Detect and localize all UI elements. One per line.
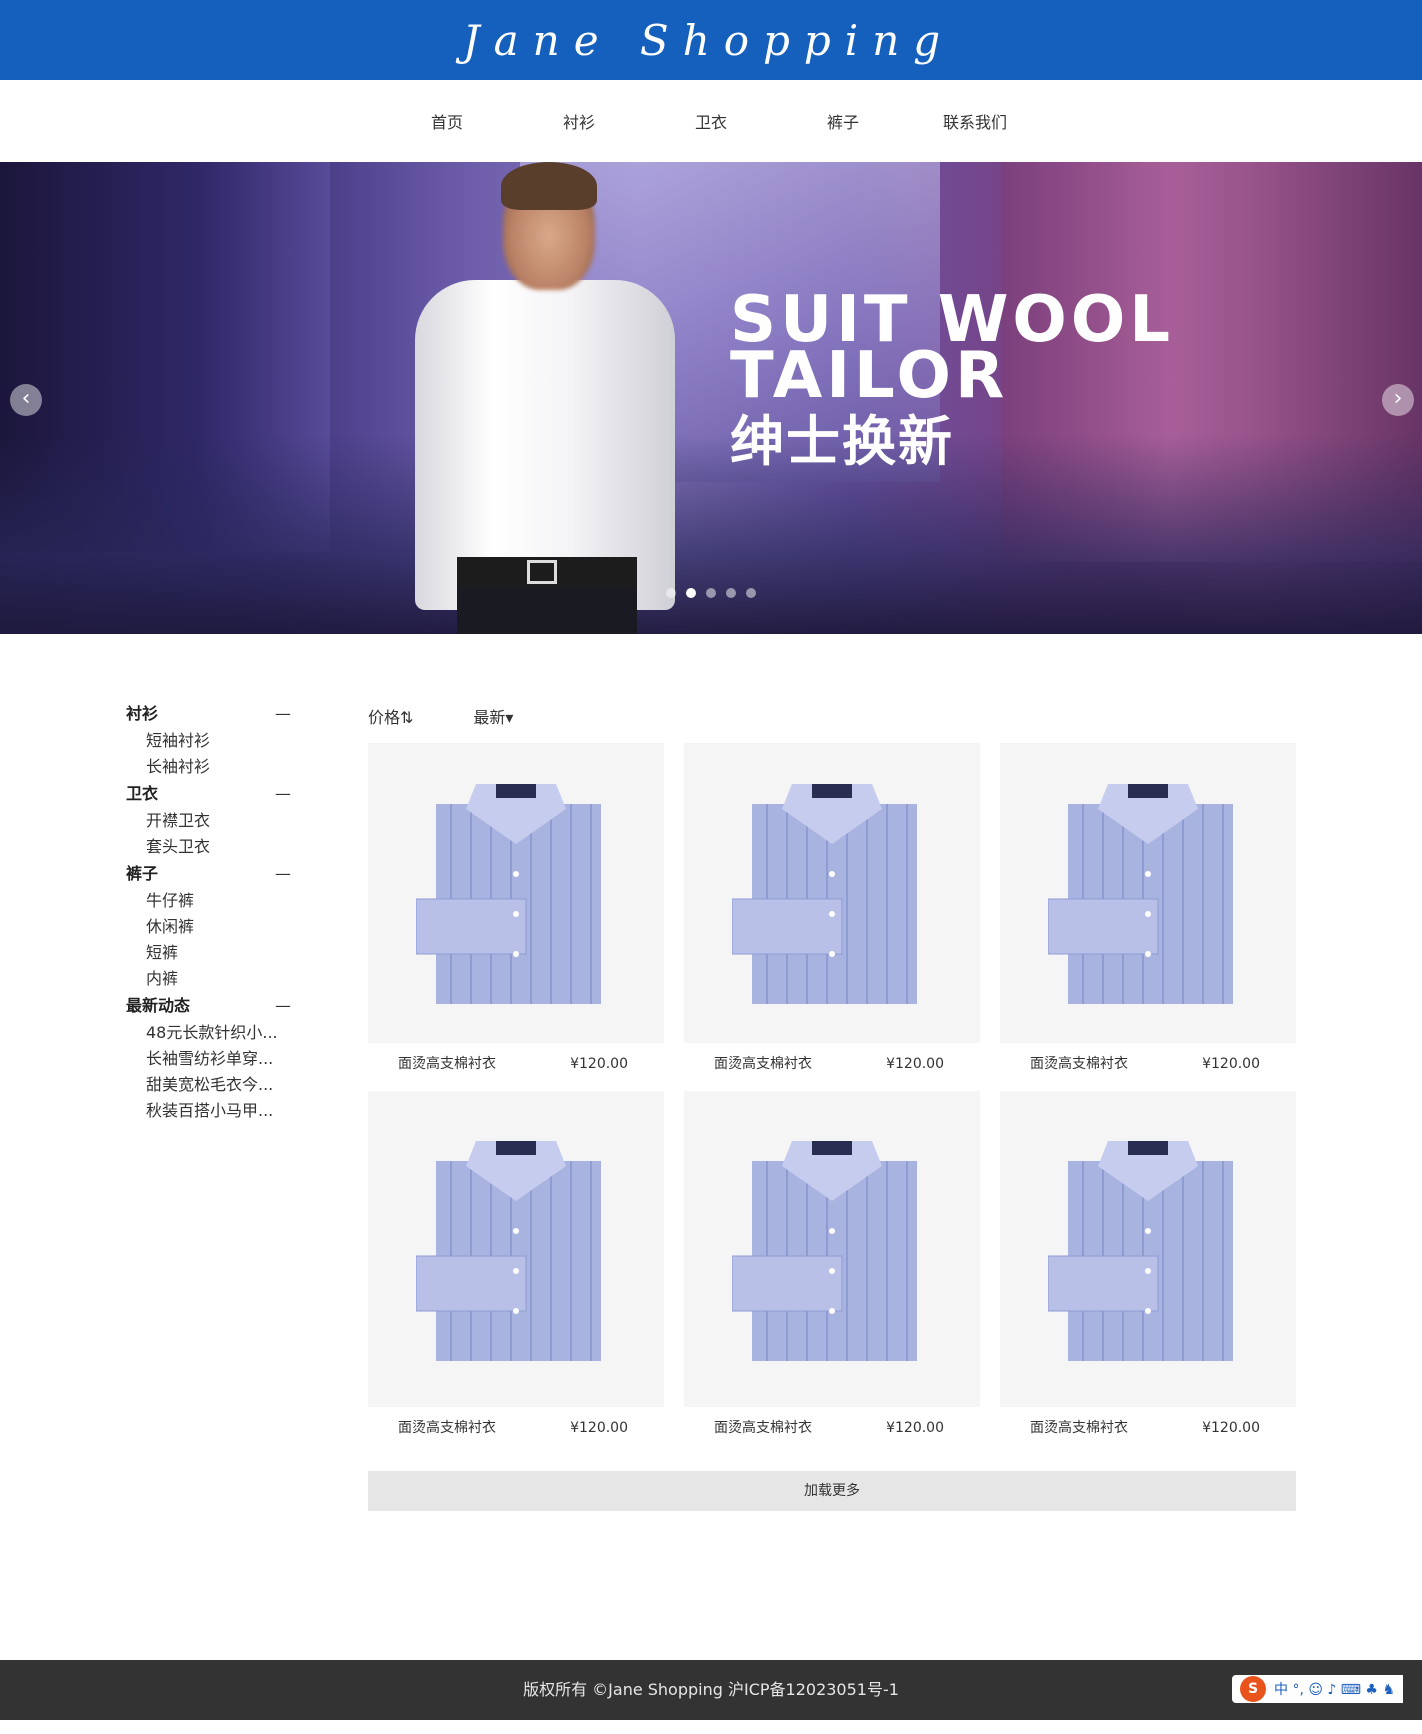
site-header: Jane Shopping <box>0 0 1422 80</box>
news-item[interactable]: 甜美宽松毛衣今... <box>126 1072 291 1098</box>
news-item[interactable]: 长袖雪纺衫单穿... <box>126 1046 291 1072</box>
product-name[interactable]: 面烫高支棉衬衣 <box>398 1043 496 1085</box>
banner-headline: SUIT WOOL TAILOR 绅士换新 <box>730 288 1174 474</box>
news-item[interactable]: 秋装百搭小马甲... <box>126 1098 291 1124</box>
shirt-image <box>1048 784 1233 1004</box>
category-sidebar: 衬衫 — 短袖衬衫 长袖衬衫 卫衣 — 开襟卫衣 套头卫衣 裤子 — 牛仔裤 休… <box>126 700 291 1124</box>
carousel-dot[interactable] <box>706 588 716 598</box>
ime-logo-icon[interactable]: S <box>1240 1676 1266 1702</box>
product-card[interactable]: 面烫高支棉衬衣 ¥120.00 <box>1000 743 1296 1085</box>
carousel-dot[interactable] <box>746 588 756 598</box>
sidebar-item[interactable]: 长袖衬衫 <box>126 754 291 780</box>
hero-carousel[interactable]: SUIT WOOL TAILOR 绅士换新 ‹ › <box>0 162 1422 634</box>
main-nav: 首页 衬衫 卫衣 裤子 联系我们 <box>0 80 1422 162</box>
carousel-indicators <box>666 588 756 598</box>
carousel-dot[interactable] <box>666 588 676 598</box>
product-name[interactable]: 面烫高支棉衬衣 <box>714 1407 812 1449</box>
product-price: ¥120.00 <box>1202 1056 1260 1072</box>
product-image[interactable] <box>368 1091 664 1407</box>
sidebar-item[interactable]: 内裤 <box>126 966 291 992</box>
product-name[interactable]: 面烫高支棉衬衣 <box>398 1407 496 1449</box>
nav-item-shirts[interactable]: 衬衫 <box>513 109 645 133</box>
product-price: ¥120.00 <box>886 1056 944 1072</box>
sidebar-item[interactable]: 短裤 <box>126 940 291 966</box>
ime-toolbar[interactable]: S 中 °, ☺ ♪ ⌨ ♣ ♞ <box>1232 1675 1403 1703</box>
product-card[interactable]: 面烫高支棉衬衣 ¥120.00 <box>684 1091 980 1449</box>
sidebar-category-news[interactable]: 最新动态 — <box>126 992 291 1020</box>
ime-controls[interactable]: 中 °, ☺ ♪ ⌨ ♣ ♞ <box>1274 1679 1395 1699</box>
nav-item-hoodies[interactable]: 卫衣 <box>645 109 777 133</box>
product-image[interactable] <box>684 743 980 1043</box>
product-card[interactable]: 面烫高支棉衬衣 ¥120.00 <box>368 1091 664 1449</box>
site-logo[interactable]: Jane Shopping <box>463 16 954 65</box>
sidebar-category-hoodies[interactable]: 卫衣 — <box>126 780 291 808</box>
sidebar-category-label: 裤子 <box>126 864 159 883</box>
product-card[interactable]: 面烫高支棉衬衣 ¥120.00 <box>368 743 664 1085</box>
shirt-image <box>1048 1141 1233 1361</box>
sort-bar: 价格⇅ 最新▾ <box>368 704 513 728</box>
carousel-dot-active[interactable] <box>686 588 696 598</box>
sidebar-item[interactable]: 开襟卫衣 <box>126 808 291 834</box>
product-image[interactable] <box>684 1091 980 1407</box>
site-footer: 版权所有 ©Jane Shopping 沪ICP备12023051号-1 <box>0 1660 1422 1720</box>
shirt-image <box>416 1141 601 1361</box>
nav-item-pants[interactable]: 裤子 <box>777 109 909 133</box>
collapse-icon[interactable]: — <box>275 860 291 888</box>
chevron-left-icon[interactable]: ‹ <box>10 384 42 416</box>
sidebar-item[interactable]: 短袖衬衫 <box>126 728 291 754</box>
news-item[interactable]: 48元长款针织小... <box>126 1020 291 1046</box>
sidebar-category-pants[interactable]: 裤子 — <box>126 860 291 888</box>
product-name[interactable]: 面烫高支棉衬衣 <box>1030 1043 1128 1085</box>
product-price: ¥120.00 <box>1202 1420 1260 1436</box>
chevron-right-icon[interactable]: › <box>1382 384 1414 416</box>
banner-model-image <box>405 162 685 634</box>
nav-item-contact[interactable]: 联系我们 <box>909 109 1041 133</box>
sort-by-price[interactable]: 价格⇅ <box>368 704 413 728</box>
product-image[interactable] <box>1000 743 1296 1043</box>
load-more-button[interactable]: 加载更多 <box>368 1471 1296 1511</box>
banner-bg-street <box>0 434 1422 634</box>
sort-by-latest[interactable]: 最新▾ <box>473 704 513 728</box>
product-image[interactable] <box>368 743 664 1043</box>
footer-copyright: 版权所有 ©Jane Shopping 沪ICP备12023051号-1 <box>523 1680 899 1699</box>
shirt-image <box>416 784 601 1004</box>
product-price: ¥120.00 <box>886 1420 944 1436</box>
shirt-image <box>732 784 917 1004</box>
banner-line-3: 绅士换新 <box>730 410 954 473</box>
product-card[interactable]: 面烫高支棉衬衣 ¥120.00 <box>684 743 980 1085</box>
collapse-icon[interactable]: — <box>275 700 291 728</box>
nav-item-home[interactable]: 首页 <box>381 109 513 133</box>
carousel-dot[interactable] <box>726 588 736 598</box>
sidebar-item[interactable]: 套头卫衣 <box>126 834 291 860</box>
product-price: ¥120.00 <box>570 1420 628 1436</box>
sidebar-category-label: 衬衫 <box>126 704 159 723</box>
shirt-image <box>732 1141 917 1361</box>
product-image[interactable] <box>1000 1091 1296 1407</box>
sidebar-category-shirts[interactable]: 衬衫 — <box>126 700 291 728</box>
product-name[interactable]: 面烫高支棉衬衣 <box>1030 1407 1128 1449</box>
collapse-icon[interactable]: — <box>275 992 291 1020</box>
sidebar-category-label: 最新动态 <box>126 996 191 1015</box>
collapse-icon[interactable]: — <box>275 780 291 808</box>
product-price: ¥120.00 <box>570 1056 628 1072</box>
product-card[interactable]: 面烫高支棉衬衣 ¥120.00 <box>1000 1091 1296 1449</box>
sidebar-category-label: 卫衣 <box>126 784 159 803</box>
sidebar-item[interactable]: 休闲裤 <box>126 914 291 940</box>
product-name[interactable]: 面烫高支棉衬衣 <box>714 1043 812 1085</box>
sidebar-item[interactable]: 牛仔裤 <box>126 888 291 914</box>
